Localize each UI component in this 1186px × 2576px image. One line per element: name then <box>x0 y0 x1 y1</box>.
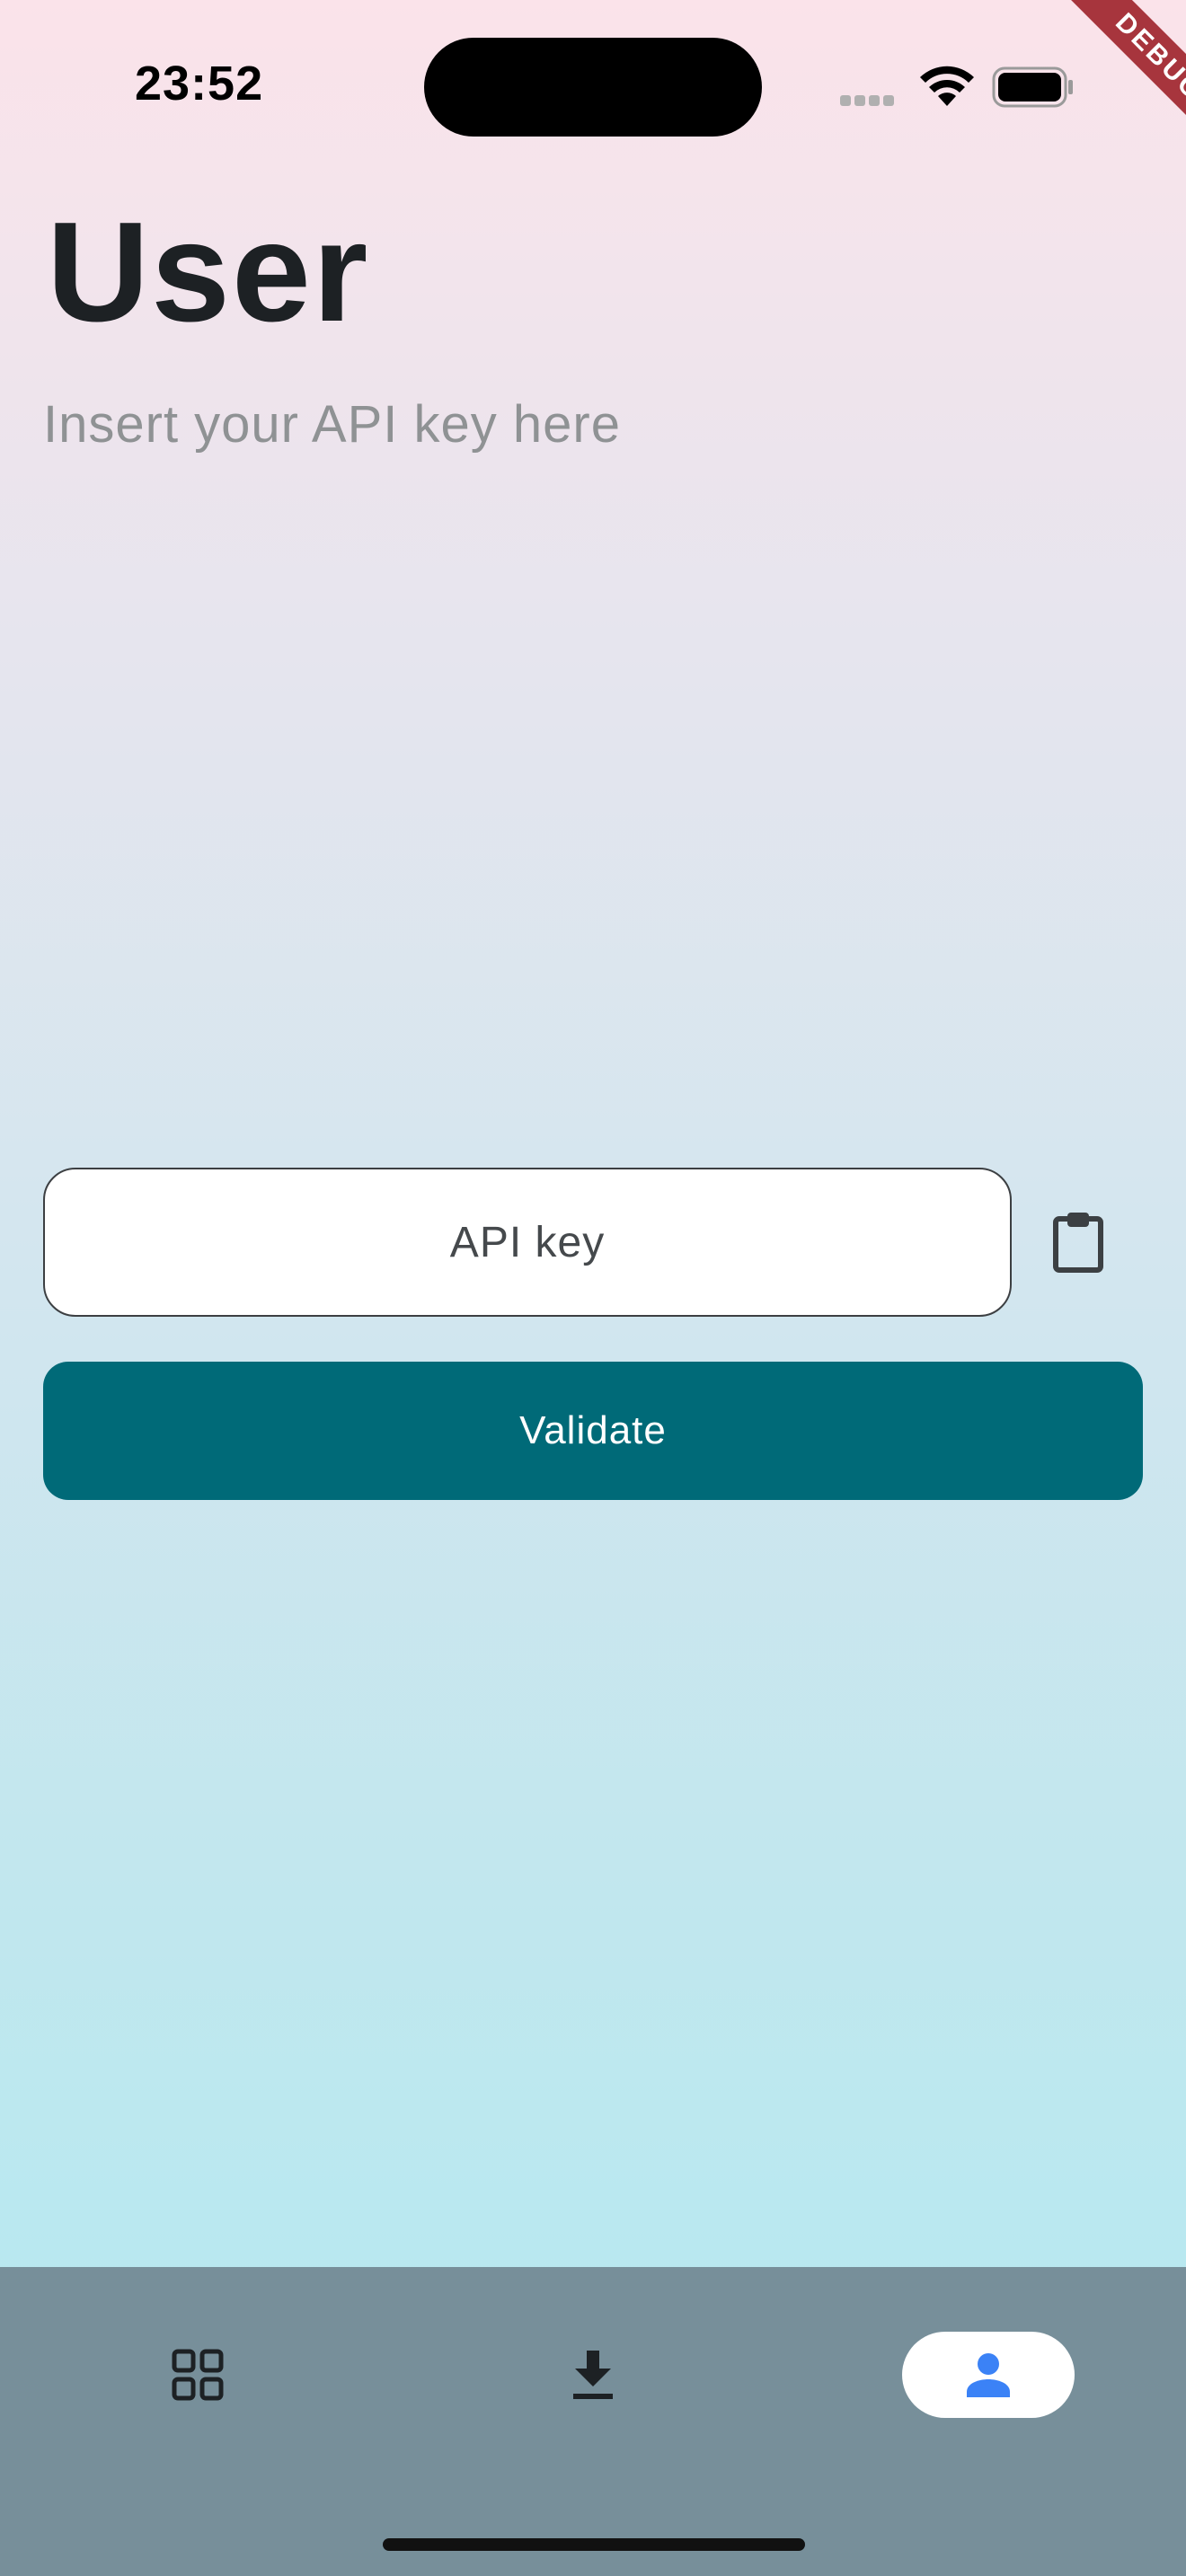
nav-item-user[interactable] <box>902 2332 1075 2418</box>
clipboard-icon <box>1053 1213 1103 1273</box>
wifi-icon <box>920 66 974 106</box>
api-key-input[interactable] <box>43 1168 1012 1317</box>
grid-icon <box>172 2349 224 2401</box>
user-screen: 23:52 DEBUG User Insert your API key her… <box>0 0 1186 2576</box>
download-icon <box>573 2351 613 2399</box>
paste-button[interactable] <box>1042 1202 1114 1283</box>
page-subtitle: Insert your API key here <box>43 395 621 454</box>
nav-item-grid[interactable] <box>111 2332 284 2418</box>
debug-banner-label: DEBUG <box>1048 0 1186 169</box>
status-bar-time: 23:52 <box>135 57 264 110</box>
dynamic-island <box>424 38 762 137</box>
validate-button[interactable]: Validate <box>43 1362 1143 1500</box>
debug-banner: DEBUG <box>1006 0 1186 180</box>
cellular-signal-icon <box>840 94 903 106</box>
bottom-navigation-bar <box>0 2267 1186 2576</box>
person-icon <box>967 2353 1010 2397</box>
nav-item-download[interactable] <box>507 2332 679 2418</box>
page-title: User <box>47 193 370 351</box>
home-indicator <box>383 2538 805 2551</box>
